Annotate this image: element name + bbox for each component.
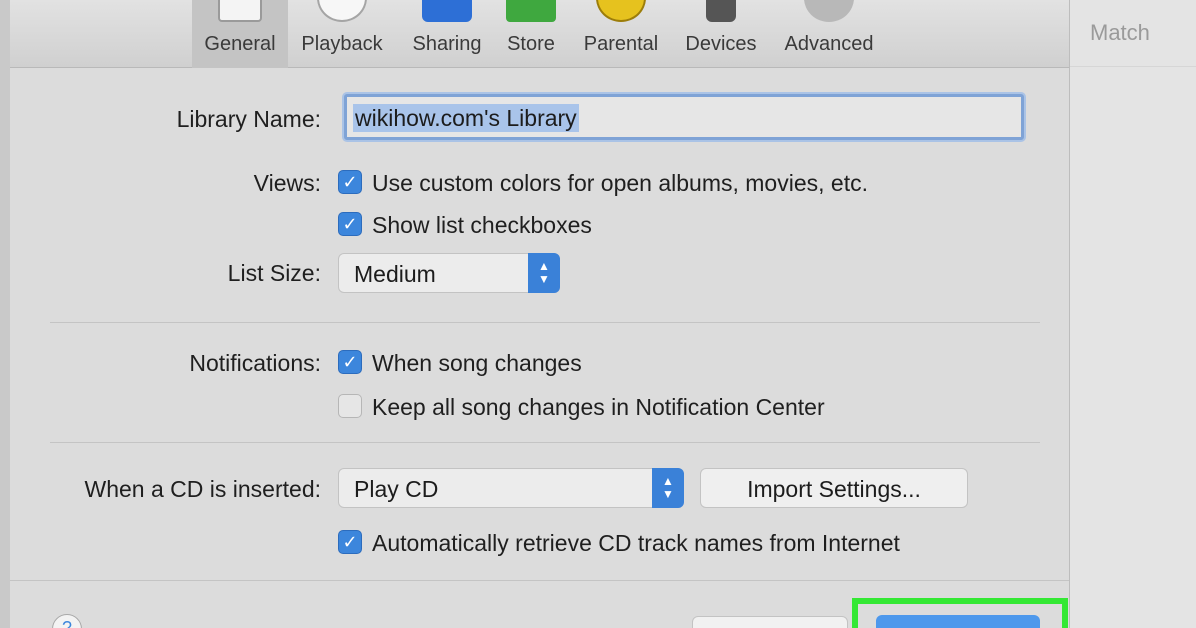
custom-colors-checkbox[interactable]: ✓ bbox=[338, 170, 362, 194]
custom-colors-label: Use custom colors for open albums, movie… bbox=[372, 170, 868, 196]
tab-playback[interactable]: Playback bbox=[292, 0, 392, 68]
background-window-edge bbox=[0, 0, 10, 628]
play-icon bbox=[317, 0, 367, 22]
cd-action-select[interactable]: Play CD ▲ ▼ bbox=[338, 468, 684, 508]
song-changes-label: When song changes bbox=[372, 350, 582, 376]
list-size-label: List Size: bbox=[227, 260, 321, 286]
tab-label: Store bbox=[507, 33, 555, 55]
library-name-label: Library Name: bbox=[176, 106, 321, 132]
divider bbox=[1070, 66, 1196, 67]
cancel-button[interactable] bbox=[692, 616, 848, 628]
tab-store[interactable]: Store bbox=[500, 0, 562, 68]
tab-label: General bbox=[204, 33, 276, 55]
section-divider bbox=[50, 322, 1040, 323]
tab-label: Sharing bbox=[412, 33, 482, 55]
auto-retrieve-label: Automatically retrieve CD track names fr… bbox=[372, 530, 900, 556]
updown-arrows-icon: ▲ ▼ bbox=[528, 253, 560, 293]
cd-action-value: Play CD bbox=[354, 476, 439, 502]
library-name-input[interactable]: wikihow.com's Library bbox=[344, 94, 1024, 140]
tab-general[interactable]: General bbox=[192, 0, 288, 68]
tab-sharing[interactable]: Sharing bbox=[402, 0, 492, 68]
ok-button-highlight bbox=[852, 598, 1068, 628]
list-size-select[interactable]: Medium ▲ ▼ bbox=[338, 253, 560, 293]
tab-devices[interactable]: Devices bbox=[678, 0, 764, 68]
updown-arrows-icon: ▲ ▼ bbox=[652, 468, 684, 508]
footer-divider bbox=[10, 580, 1069, 581]
library-name-value: wikihow.com's Library bbox=[353, 104, 579, 132]
tab-advanced[interactable]: Advanced bbox=[776, 0, 882, 68]
sharing-icon bbox=[422, 0, 472, 22]
song-changes-checkbox[interactable]: ✓ bbox=[338, 350, 362, 374]
store-icon bbox=[506, 0, 556, 22]
cd-inserted-label: When a CD is inserted: bbox=[84, 476, 321, 502]
tab-label: Parental bbox=[583, 33, 659, 55]
devices-icon bbox=[706, 0, 736, 22]
list-checkboxes-checkbox[interactable]: ✓ bbox=[338, 212, 362, 236]
tab-parental[interactable]: Parental bbox=[576, 0, 666, 68]
tab-label: Advanced bbox=[784, 33, 874, 55]
section-divider bbox=[50, 442, 1040, 443]
gear-icon bbox=[804, 0, 854, 22]
tab-label: Devices bbox=[685, 33, 757, 55]
views-label: Views: bbox=[253, 170, 321, 196]
general-icon bbox=[218, 0, 262, 22]
auto-retrieve-checkbox[interactable]: ✓ bbox=[338, 530, 362, 554]
tab-label: Playback bbox=[301, 33, 383, 55]
preferences-dialog: General Playback Sharing Store Parental … bbox=[10, 0, 1070, 628]
background-window: Match bbox=[1070, 0, 1196, 628]
preferences-toolbar: General Playback Sharing Store Parental … bbox=[10, 0, 1069, 68]
match-label: Match bbox=[1090, 20, 1150, 45]
parental-icon bbox=[596, 0, 646, 22]
notifications-label: Notifications: bbox=[189, 350, 321, 376]
import-settings-button[interactable]: Import Settings... bbox=[700, 468, 968, 508]
list-checkboxes-label: Show list checkboxes bbox=[372, 212, 592, 238]
help-icon[interactable]: ? bbox=[52, 614, 82, 628]
keep-changes-checkbox[interactable] bbox=[338, 394, 362, 418]
list-size-value: Medium bbox=[354, 261, 436, 287]
keep-changes-label: Keep all song changes in Notification Ce… bbox=[372, 394, 825, 420]
